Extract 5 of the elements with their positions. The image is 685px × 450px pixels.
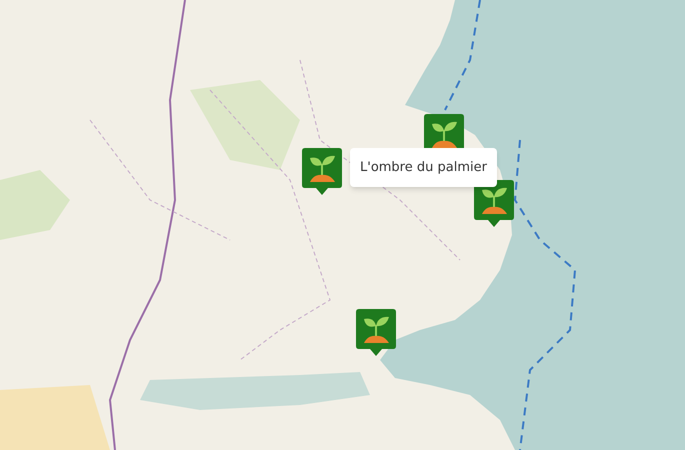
marker-tooltip: L'ombre du palmier (350, 148, 497, 187)
plant-marker-icon[interactable] (302, 148, 342, 196)
plant-marker-icon[interactable] (356, 309, 396, 357)
forest-area (0, 170, 70, 240)
plant-marker-icon[interactable] (474, 180, 514, 228)
